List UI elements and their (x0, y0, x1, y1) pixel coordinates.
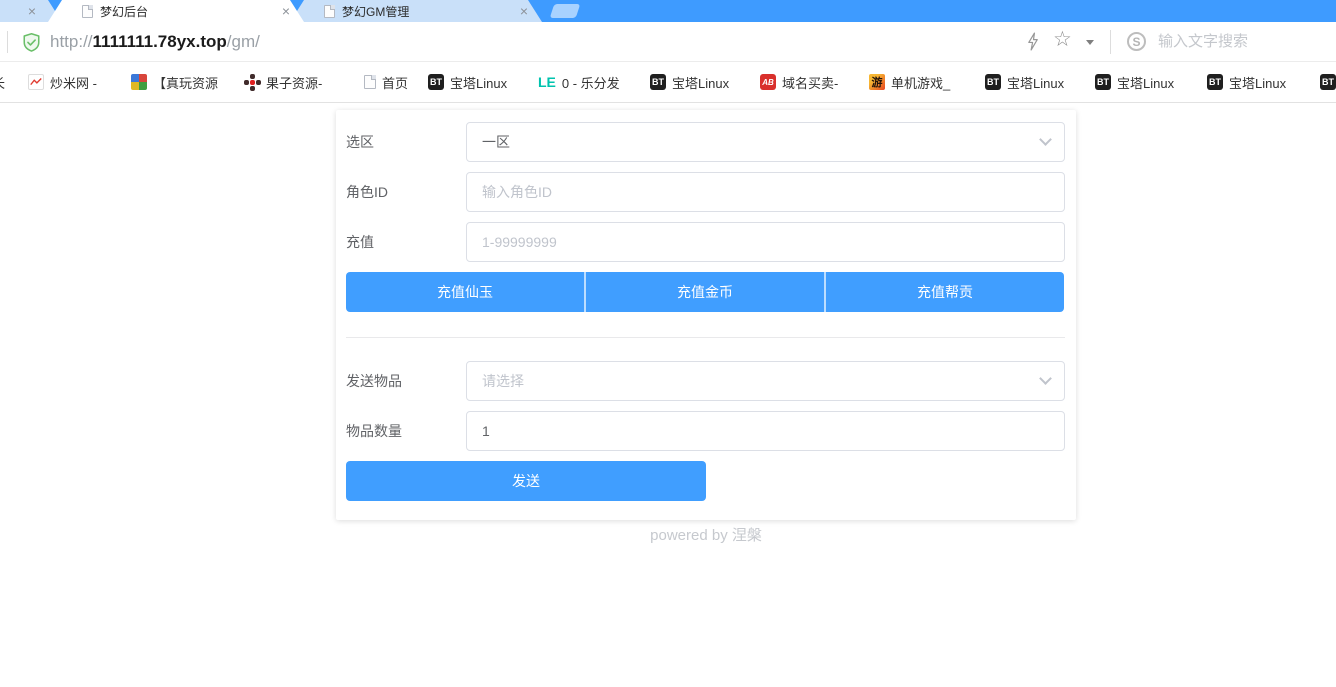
tab-close-icon[interactable]: × (282, 4, 290, 18)
bookmark-item[interactable]: 长 (0, 62, 5, 102)
search-input[interactable]: 输入文字搜索 (1158, 22, 1248, 62)
bt-panel-icon: BT (1095, 74, 1111, 90)
bookmarks-bar: 长 炒米网 - 【真玩资源 果子资源- 首页 BT 宝塔Linux LE 0 -… (0, 62, 1336, 103)
bt-panel-icon: BT (985, 74, 1001, 90)
url-path: /gm/ (227, 32, 260, 51)
new-tab-button[interactable] (550, 4, 581, 18)
toolbar-divider (1110, 30, 1111, 54)
tab-close-icon[interactable]: × (28, 4, 36, 18)
domain-trade-icon: AB (760, 74, 776, 90)
item-quantity-input[interactable] (466, 411, 1065, 451)
bookmark-label: 宝塔Linux (672, 73, 729, 92)
quick-action-lightning-icon[interactable] (1026, 32, 1041, 56)
favorites-dropdown-icon[interactable] (1086, 40, 1094, 49)
color-grid-icon (131, 74, 147, 90)
bookmark-item[interactable]: 【真玩资源 (131, 62, 218, 102)
bookmark-item[interactable]: 游 单机游戏_ (869, 62, 950, 102)
tab-title: 梦幻后台 (100, 3, 276, 20)
page-favicon-icon (324, 5, 335, 18)
role-id-row: 角色ID (346, 172, 1065, 212)
bt-panel-icon: BT (428, 74, 444, 90)
section-divider (346, 337, 1065, 338)
bookmark-item[interactable]: AB 域名买卖- (760, 62, 838, 102)
recharge-amount-input[interactable] (466, 222, 1065, 262)
bookmark-label: 0 - 乐分发 (562, 73, 620, 92)
zone-select-value: 一区 (482, 132, 510, 152)
tab-title: 梦幻GM管理 (342, 3, 514, 20)
role-id-input[interactable] (466, 172, 1065, 212)
toolbar-divider (7, 31, 8, 53)
browser-tab-gm[interactable]: 梦幻GM管理 × (290, 0, 542, 22)
bookmark-label: 宝塔Linux (1117, 73, 1174, 92)
recharge-gold-button[interactable]: 充值金币 (584, 272, 824, 312)
page-icon (364, 75, 376, 89)
bt-panel-icon: BT (1320, 74, 1336, 90)
bookmark-label: 域名买卖- (782, 73, 838, 92)
bookmark-label: 单机游戏_ (891, 73, 950, 92)
browser-tab-houtai[interactable]: 梦幻后台 × (48, 0, 304, 22)
site-security-shield-icon[interactable] (21, 32, 42, 58)
bookmark-item[interactable]: BT 宝塔Linux (650, 62, 729, 102)
zone-row: 选区 一区 (346, 122, 1065, 162)
send-item-label: 发送物品 (346, 371, 466, 391)
bookmark-item[interactable]: BT 宝塔Linux (428, 62, 507, 102)
zone-label: 选区 (346, 132, 466, 152)
recharge-button-group: 充值仙玉 充值金币 充值帮贡 (346, 272, 1064, 312)
send-item-row: 发送物品 请选择 (346, 361, 1065, 401)
bt-panel-icon: BT (650, 74, 666, 90)
bookmark-item[interactable]: BT 宝塔Linux (1207, 62, 1286, 102)
powered-by-text: powered by 涅槃 (336, 524, 1076, 545)
page-content: 选区 一区 角色ID 充值 充值仙玉 充值金币 充值帮贡 发送物品 请选择 (0, 103, 1336, 687)
zone-select[interactable]: 一区 (466, 122, 1065, 162)
browser-tab-bar: × 梦幻后台 × 梦幻GM管理 × (0, 0, 1336, 22)
bt-panel-icon: BT (1207, 74, 1223, 90)
bookmark-label: 长 (0, 73, 5, 92)
gm-form-panel: 选区 一区 角色ID 充值 充值仙玉 充值金币 充值帮贡 发送物品 请选择 (336, 110, 1076, 520)
red-dots-icon (244, 74, 260, 90)
bookmark-item[interactable]: 炒米网 - (28, 62, 97, 102)
url-domain: 1111111.78yx.top (93, 32, 227, 51)
chevron-down-icon (1039, 372, 1052, 385)
recharge-guild-button[interactable]: 充值帮贡 (824, 272, 1064, 312)
role-id-label: 角色ID (346, 182, 466, 202)
bookmark-label: 【真玩资源 (153, 73, 218, 92)
le-fenfa-icon: LE (538, 74, 556, 90)
item-quantity-label: 物品数量 (346, 421, 466, 441)
send-button[interactable]: 发送 (346, 461, 706, 501)
item-quantity-row: 物品数量 (346, 411, 1065, 451)
address-toolbar: http://1111111.78yx.top/gm/ ☆ S 输入文字搜索 (0, 22, 1336, 62)
bookmark-item[interactable]: BT (1320, 62, 1336, 102)
chevron-down-icon (1039, 133, 1052, 146)
bookmark-item[interactable]: BT 宝塔Linux (985, 62, 1064, 102)
recharge-label: 充值 (346, 232, 466, 252)
send-item-placeholder: 请选择 (482, 371, 524, 391)
bookmark-label: 宝塔Linux (1229, 73, 1286, 92)
line-chart-icon (28, 74, 44, 90)
recharge-jade-button[interactable]: 充值仙玉 (346, 272, 584, 312)
bookmark-star-icon[interactable]: ☆ (1053, 27, 1072, 52)
url-protocol: http:// (50, 32, 93, 51)
bookmark-label: 宝塔Linux (1007, 73, 1064, 92)
search-engine-icon[interactable]: S (1127, 32, 1146, 51)
send-item-select[interactable]: 请选择 (466, 361, 1065, 401)
tab-close-icon[interactable]: × (520, 4, 528, 18)
page-favicon-icon (82, 5, 93, 18)
bookmark-item[interactable]: 首页 (364, 62, 408, 102)
bookmark-label: 炒米网 - (50, 73, 97, 92)
bookmark-item[interactable]: 果子资源- (244, 62, 322, 102)
recharge-row: 充值 (346, 222, 1065, 262)
bookmark-item[interactable]: BT 宝塔Linux (1095, 62, 1174, 102)
bookmark-label: 首页 (382, 73, 408, 92)
address-bar-url[interactable]: http://1111111.78yx.top/gm/ (50, 22, 260, 62)
bookmark-item[interactable]: LE 0 - 乐分发 (538, 62, 620, 102)
bookmark-label: 果子资源- (266, 73, 322, 92)
bookmark-label: 宝塔Linux (450, 73, 507, 92)
game-icon: 游 (869, 74, 885, 90)
